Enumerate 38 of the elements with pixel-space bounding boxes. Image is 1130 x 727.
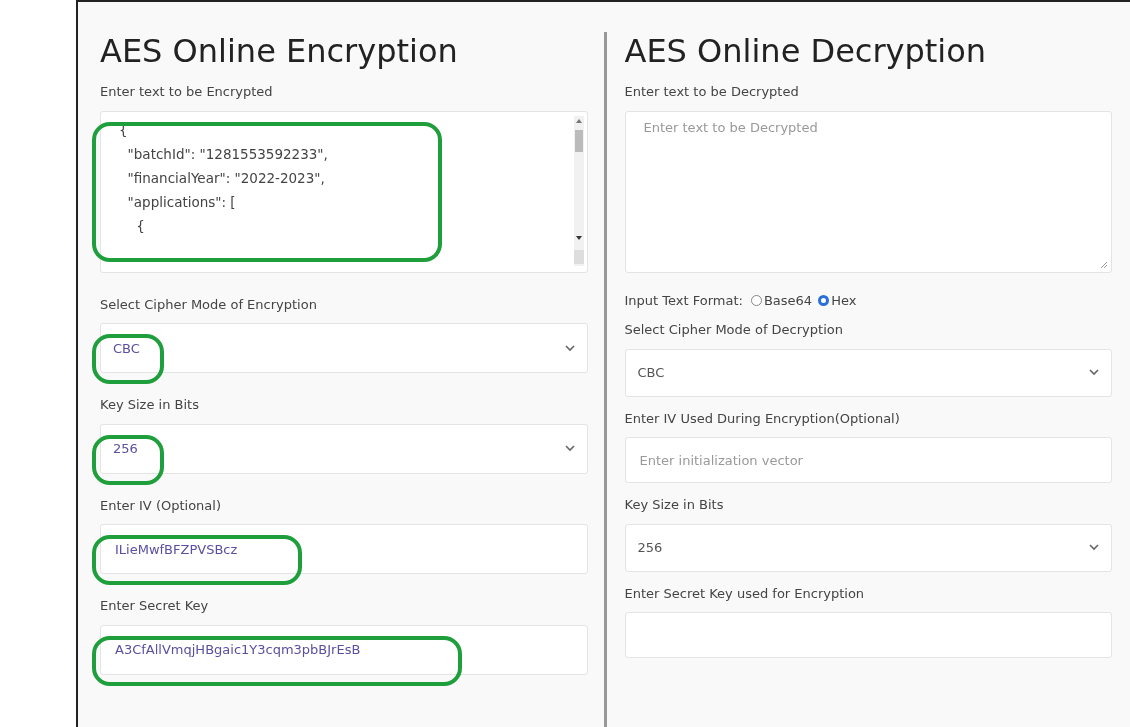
field-label: Key Size in Bits xyxy=(624,496,724,515)
field-label: Enter Secret Key used for Encryption xyxy=(624,584,865,603)
chevron-down-icon xyxy=(1089,544,1099,552)
section-title: AES Online Encryption xyxy=(100,32,459,71)
scrollbar[interactable] xyxy=(573,115,584,266)
field-label: Enter Secret Key xyxy=(100,597,209,616)
field-label: Enter IV Used During Encryption(Optional) xyxy=(624,409,900,428)
selected-value: 256 xyxy=(113,440,138,459)
field-label: Key Size in Bits xyxy=(100,396,199,415)
chevron-down-icon xyxy=(564,445,575,453)
selected-value: 256 xyxy=(637,539,663,558)
select-dropdown[interactable]: CBC xyxy=(100,323,588,374)
select-dropdown[interactable]: CBC xyxy=(624,348,1112,397)
radio-button[interactable] xyxy=(750,295,762,307)
field-label: Select Cipher Mode of Encryption xyxy=(100,295,317,314)
input-field[interactable]: ILieMwfBFZPVSBcz xyxy=(100,524,588,575)
input-value: ILieMwfBFZPVSBcz xyxy=(115,540,238,559)
placeholder-text: Enter initialization vector xyxy=(639,451,803,470)
input-field[interactable] xyxy=(624,612,1112,659)
chevron-down-icon xyxy=(1089,369,1099,377)
section-title: AES Online Decryption xyxy=(624,32,988,71)
field-label: Enter IV (Optional) xyxy=(100,496,221,515)
field-label: Input Text Format: xyxy=(624,291,743,310)
radio-button[interactable] xyxy=(818,295,830,307)
placeholder-text: Enter text to be Decrypted xyxy=(643,118,818,137)
radio-label: Base64 xyxy=(763,291,813,310)
selected-value: CBC xyxy=(637,364,665,383)
resize-handle-icon[interactable] xyxy=(1100,260,1108,269)
field-label: Select Cipher Mode of Decryption xyxy=(624,321,843,340)
input-field[interactable]: A3CfAllVmqjHBgaic1Y3cqm3pbBJrEsB xyxy=(100,624,588,675)
radio-label: Hex xyxy=(831,291,857,310)
selected-value: CBC xyxy=(113,339,140,358)
field-label: Enter text to be Decrypted xyxy=(624,83,799,102)
select-dropdown[interactable]: 256 xyxy=(624,523,1112,572)
select-dropdown[interactable]: 256 xyxy=(100,423,588,474)
input-value: A3CfAllVmqjHBgaic1Y3cqm3pbBJrEsB xyxy=(115,641,361,660)
field-label: Enter text to be Encrypted xyxy=(100,83,273,102)
chevron-down-icon xyxy=(564,344,575,352)
